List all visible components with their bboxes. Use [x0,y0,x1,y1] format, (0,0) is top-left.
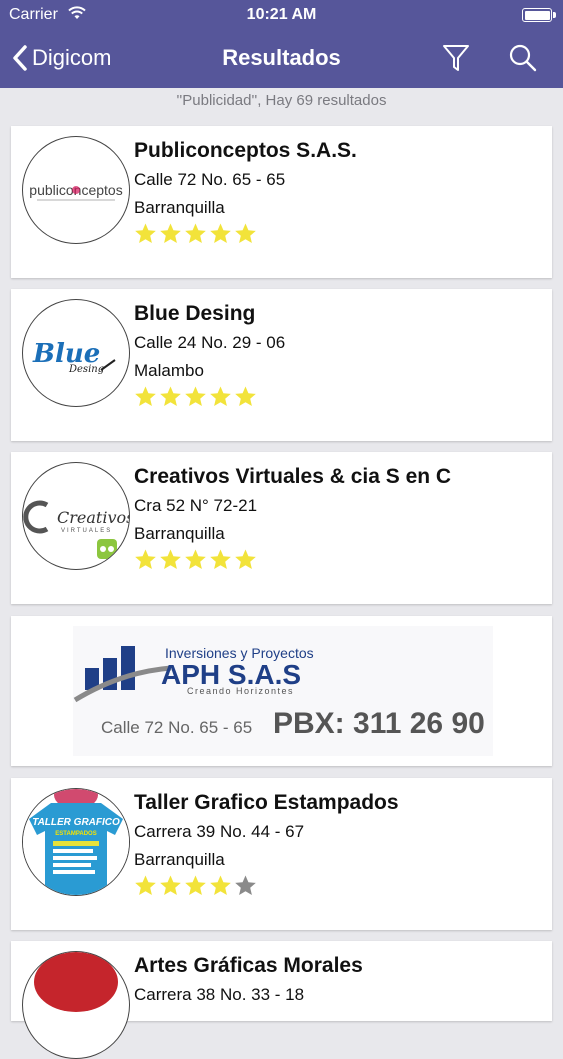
result-name: Creativos Virtuales & cia S en C [134,465,452,488]
star-filled-icon [135,386,156,406]
ad-banner-image: Inversiones y Proyectos APH S.A.S Creand… [11,616,552,766]
result-address: Carrera 39 No. 44 - 67 [134,822,305,841]
star-filled-icon [135,223,156,243]
rating-stars [133,385,258,409]
chevron-left-icon [13,45,27,71]
results-summary: ''Publicidad'', Hay 69 resultados [176,92,387,109]
company-logo: publiconceptos [22,136,130,244]
ad-phone: PBX: 311 26 90 [273,707,485,740]
company-logo: Creativos VIRTUALES [22,462,130,570]
result-name: Blue Desing [134,302,256,325]
result-card[interactable]: TALLER GRAFICO ESTAMPADOS Taller Grafico… [11,778,552,930]
star-filled-icon [185,386,206,406]
star-filled-icon [235,549,256,569]
svg-text:VIRTUALES: VIRTUALES [61,528,112,534]
result-city: Barranquilla [134,850,225,869]
star-filled-icon [210,875,231,895]
search-icon [509,44,537,72]
company-logo [22,951,130,1059]
result-name: Artes Gráficas Morales [134,954,363,977]
rating-stars [133,874,258,898]
svg-text:TALLER GRAFICO: TALLER GRAFICO [32,817,120,828]
filter-button[interactable] [440,42,472,74]
star-filled-icon [235,223,256,243]
result-card[interactable]: publiconceptos Publiconceptos S.A.S. Cal… [11,126,552,278]
star-filled-icon [160,875,181,895]
result-card[interactable]: Blue Desing Blue Desing Calle 24 No. 29 … [11,289,552,441]
top-bar: Carrier 10:21 AM Digicom Resultados [0,0,563,88]
result-address: Calle 72 No. 65 - 65 [134,170,286,189]
ad-slogan: Creando Horizontes [187,686,294,696]
back-button[interactable]: Digicom [12,40,111,76]
star-filled-icon [235,386,256,406]
svg-text:ESTAMPADOS: ESTAMPADOS [55,831,96,837]
result-address: Carrera 38 No. 33 - 18 [134,985,305,1004]
star-filled-icon [160,223,181,243]
result-address: Calle 24 No. 29 - 06 [134,333,286,352]
rating-stars [133,222,258,246]
star-filled-icon [135,549,156,569]
nav-bar: Digicom Resultados [0,32,563,84]
status-time: 10:21 AM [246,6,317,23]
ad-banner[interactable]: Inversiones y Proyectos APH S.A.S Creand… [11,616,552,766]
star-filled-icon [185,223,206,243]
result-name: Publiconceptos S.A.S. [134,139,357,162]
result-city: Malambo [134,361,204,380]
star-filled-icon [210,223,231,243]
star-filled-icon [160,386,181,406]
back-button-label: Digicom [32,45,112,70]
search-button[interactable] [507,42,539,74]
status-bar: Carrier 10:21 AM [0,0,563,30]
result-city: Barranquilla [134,524,225,543]
company-logo: TALLER GRAFICO ESTAMPADOS [22,788,130,896]
star-filled-icon [185,549,206,569]
battery-icon [522,8,556,22]
result-card[interactable]: Artes Gráficas Morales Carrera 38 No. 33… [11,941,552,1059]
star-filled-icon [135,875,156,895]
result-card[interactable]: Creativos VIRTUALES Creativos Virtuales … [11,452,552,604]
star-filled-icon [210,549,231,569]
star-filled-icon [185,875,206,895]
svg-text:Desing: Desing [68,364,104,375]
rating-stars [133,548,258,572]
svg-text:Creativos: Creativos [57,508,129,527]
result-name: Taller Grafico Estampados [134,791,399,814]
filter-icon [443,45,469,71]
ad-address: Calle 72 No. 65 - 65 [101,718,252,737]
star-empty-icon [235,875,256,895]
company-logo: Blue Desing [22,299,130,407]
result-city: Barranquilla [134,198,225,217]
result-address: Cra 52 N° 72-21 [134,496,258,515]
star-filled-icon [210,386,231,406]
star-filled-icon [160,549,181,569]
